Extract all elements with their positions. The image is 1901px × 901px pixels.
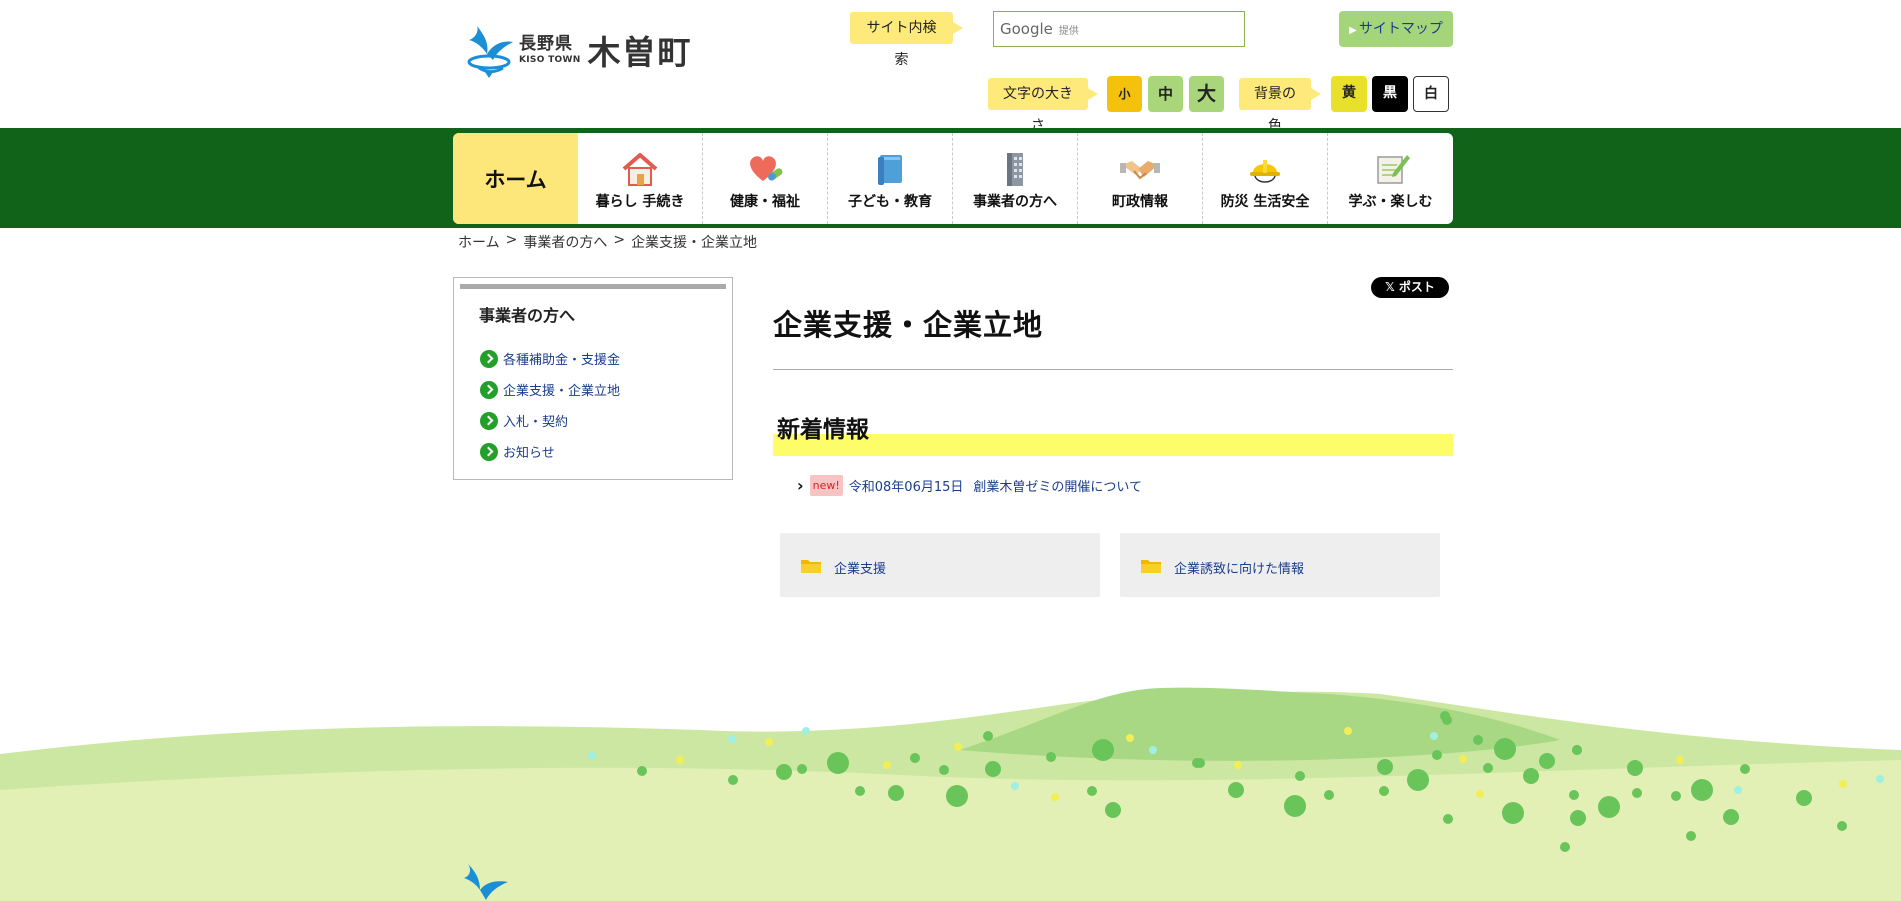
background-color-label: 背景の色 — [1239, 78, 1321, 134]
nav-label: 暮らし 手続き — [595, 194, 685, 210]
title-divider — [773, 369, 1453, 370]
nav-label: 子ども・教育 — [848, 194, 932, 210]
footer-logo-mark-icon — [464, 864, 508, 900]
nav-label: 事業者の方へ — [973, 194, 1057, 210]
book-icon — [878, 155, 902, 185]
sitemap-label: サイトマップ — [1358, 21, 1443, 37]
nav-label: 学ぶ・楽しむ — [1348, 194, 1433, 210]
breadcrumb-current: 企業支援・企業立地 — [631, 235, 758, 251]
site-logo[interactable]: 長野県 KISO TOWN 木曽町 — [463, 20, 693, 80]
side-menu-item[interactable]: 企業支援・企業立地 — [480, 374, 620, 405]
logo-prefecture: 長野県 — [519, 33, 573, 54]
bg-yellow-button[interactable]: 黄 — [1331, 76, 1367, 112]
side-menu: 事業者の方へ 各種補助金・支援金 企業支援・企業立地 入札・契約 お知らせ — [453, 277, 733, 480]
news-item[interactable]: › new! 令和08年06月15日 創業木曽ゼミの開催について — [797, 475, 1142, 496]
google-provided-text: 提供 — [1058, 25, 1079, 37]
sitemap-button[interactable]: ▶ サイトマップ — [1339, 11, 1453, 47]
google-logo: Google — [1000, 20, 1053, 38]
news-date: 令和08年06月15日 — [848, 480, 964, 495]
news-title[interactable]: 創業木曽ゼミの開催について — [973, 476, 1142, 495]
nav-children-education[interactable]: 子ども・教育 — [828, 133, 953, 224]
triangle-right-icon: ▶ — [1349, 25, 1357, 36]
kiso-town-logo-mark-icon — [467, 26, 513, 78]
new-badge: new! — [809, 475, 843, 496]
side-menu-item-label: 各種補助金・支援金 — [503, 353, 621, 368]
bg-black-button[interactable]: 黒 — [1372, 76, 1408, 112]
nav-disaster-safety[interactable]: 防災 生活安全 — [1203, 133, 1328, 224]
nav-label: 町政情報 — [1112, 194, 1168, 210]
nav-home-label: ホーム — [484, 167, 547, 192]
notepad-pencil-icon — [1376, 155, 1410, 184]
chevron-circle-icon — [480, 411, 498, 430]
font-size-medium-button[interactable]: 中 — [1148, 76, 1183, 112]
logo-town-name: 木曽町 — [587, 33, 693, 72]
news-heading: 新着情報 — [773, 410, 1453, 456]
logo-english: KISO TOWN — [519, 54, 581, 65]
nav-home[interactable]: ホーム — [453, 133, 578, 224]
nav-town-administration[interactable]: 町政情報 — [1078, 133, 1203, 224]
site-search-label: サイト内検索 — [850, 12, 963, 68]
side-menu-top-bar — [460, 284, 726, 289]
category-link-enterprise-support[interactable]: 企業支援 — [780, 533, 1100, 597]
side-menu-item[interactable]: お知らせ — [480, 436, 620, 467]
side-menu-list: 各種補助金・支援金 企業支援・企業立地 入札・契約 お知らせ — [480, 343, 620, 467]
category-label: 企業支援 — [834, 561, 887, 577]
x-post-label: ポスト — [1398, 280, 1435, 294]
side-menu-item[interactable]: 各種補助金・支援金 — [480, 343, 620, 374]
breadcrumb-separator: > — [613, 232, 626, 248]
nav-living-procedures[interactable]: 暮らし 手続き — [578, 133, 703, 224]
bg-white-button[interactable]: 白 — [1413, 76, 1449, 112]
chevron-circle-icon — [480, 380, 498, 399]
side-menu-item[interactable]: 入札・契約 — [480, 405, 620, 436]
nav-label: 健康・福祉 — [730, 194, 800, 210]
news-heading-highlight — [773, 434, 1453, 456]
news-heading-text: 新着情報 — [777, 417, 869, 443]
category-label: 企業誘致に向けた情報 — [1174, 561, 1305, 577]
building-icon — [1007, 153, 1023, 186]
side-menu-item-label: お知らせ — [503, 446, 555, 461]
site-header: 長野県 KISO TOWN 木曽町 サイト内検索 Google 提供 ▶ サイトマ… — [0, 0, 1901, 134]
global-nav: ホーム 暮らし 手続き 健康・福祉 子ども・教育 事業者の方へ 町政情報 防災 … — [453, 133, 1453, 224]
font-size-large-button[interactable]: 大 — [1189, 76, 1224, 112]
side-menu-title: 事業者の方へ — [479, 306, 576, 325]
chevron-circle-icon — [480, 349, 498, 368]
folder-icon — [1141, 559, 1161, 573]
chevron-right-icon: › — [797, 476, 804, 495]
nav-learn-enjoy[interactable]: 学ぶ・楽しむ — [1328, 133, 1453, 224]
footer-landscape-illustration — [0, 687, 1901, 901]
x-logo-icon: 𝕏 — [1385, 280, 1395, 294]
site-search-input[interactable]: Google 提供 — [993, 11, 1245, 47]
chevron-circle-icon — [480, 442, 498, 461]
heart-pill-icon — [750, 156, 783, 181]
breadcrumb: ホーム > 事業者の方へ > 企業支援・企業立地 — [458, 232, 757, 252]
breadcrumb-business[interactable]: 事業者の方へ — [523, 232, 607, 252]
font-size-label: 文字の大きさ — [988, 78, 1098, 134]
handshake-icon — [1120, 161, 1160, 180]
nav-health-welfare[interactable]: 健康・福祉 — [703, 133, 828, 224]
page-title: 企業支援・企業立地 — [773, 308, 1044, 342]
folder-icon — [801, 559, 821, 573]
side-menu-item-label: 企業支援・企業立地 — [503, 384, 621, 399]
helmet-icon — [1250, 160, 1280, 183]
house-icon — [622, 153, 658, 186]
x-post-button[interactable]: 𝕏 ポスト — [1371, 277, 1449, 298]
nav-label: 防災 生活安全 — [1220, 194, 1310, 210]
side-menu-item-label: 入札・契約 — [503, 415, 569, 430]
breadcrumb-home[interactable]: ホーム — [458, 232, 500, 252]
font-size-small-button[interactable]: 小 — [1107, 76, 1142, 112]
category-link-business-attraction[interactable]: 企業誘致に向けた情報 — [1120, 533, 1440, 597]
breadcrumb-separator: > — [505, 232, 518, 248]
nav-business[interactable]: 事業者の方へ — [953, 133, 1078, 224]
